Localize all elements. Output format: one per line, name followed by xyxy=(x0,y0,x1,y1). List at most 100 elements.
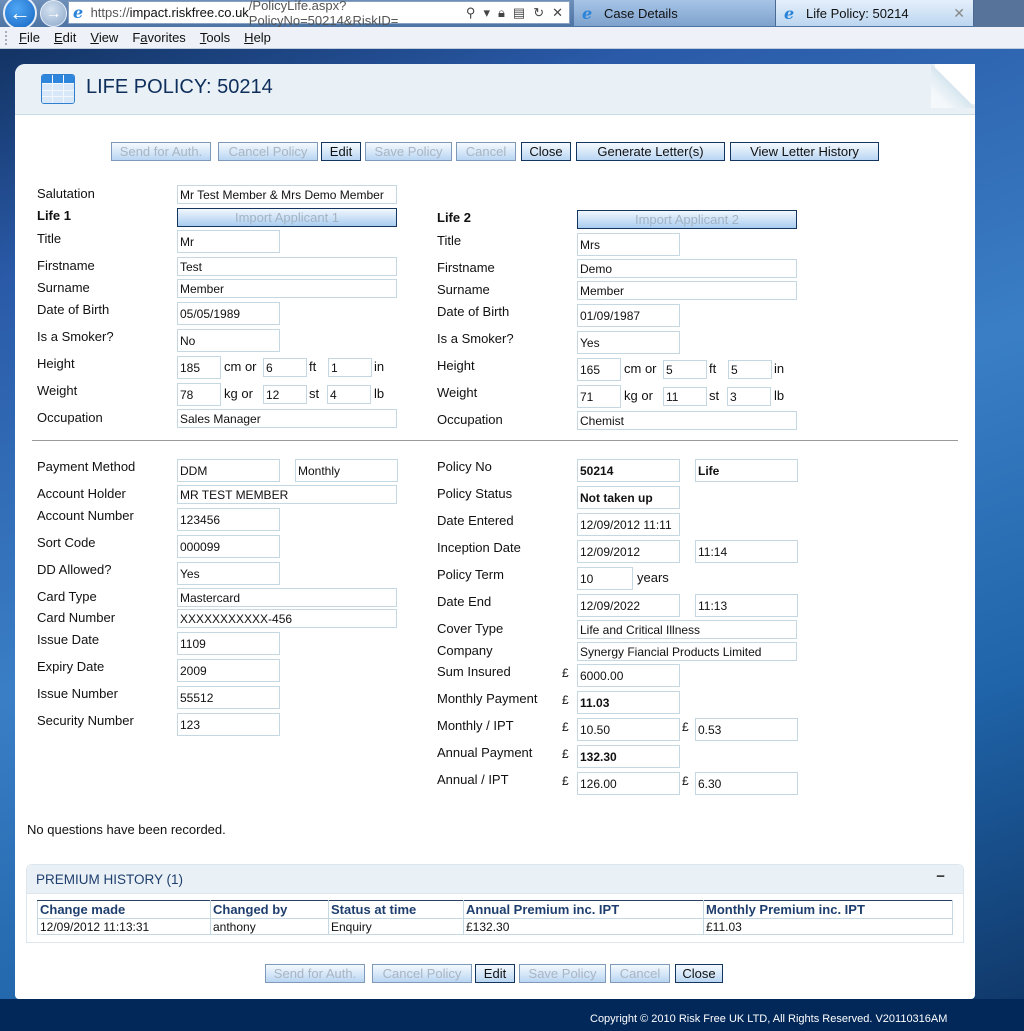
life1-height-in-field[interactable]: 1 xyxy=(328,358,372,377)
view-letter-history-button[interactable]: View Letter History xyxy=(730,142,879,161)
life1-height-ft-field[interactable]: 6 xyxy=(263,358,307,377)
cancel-policy-button-bottom[interactable]: Cancel Policy xyxy=(372,964,472,983)
card-number-field[interactable]: XXXXXXXXXXX-456 xyxy=(177,609,397,628)
dd-allowed-field[interactable]: Yes xyxy=(177,562,280,585)
life2-title-field[interactable]: Mrs xyxy=(577,233,680,256)
cover-type-field[interactable]: Life and Critical Illness xyxy=(577,620,797,639)
life1-smoker-field[interactable]: No xyxy=(177,329,280,352)
security-number-field[interactable]: 123 xyxy=(177,713,280,736)
issue-date-field[interactable]: 1109 xyxy=(177,632,280,655)
close-tab-icon[interactable]: ✕ xyxy=(953,5,965,22)
life1-firstname-field[interactable]: Test xyxy=(177,257,397,276)
company-field[interactable]: Synergy Fiancial Products Limited xyxy=(577,642,797,661)
life2-weight-st-field[interactable]: 11 xyxy=(663,387,707,406)
date-entered-field[interactable]: 12/09/2012 11:11 xyxy=(577,513,680,536)
annual-net-field[interactable]: 126.00 xyxy=(577,772,680,795)
save-policy-button-bottom[interactable]: Save Policy xyxy=(519,964,606,983)
column-header[interactable]: Status at time xyxy=(328,900,464,919)
life1-weight-kg-field[interactable]: 78 xyxy=(177,383,221,406)
account-holder-field[interactable]: MR TEST MEMBER xyxy=(177,485,397,504)
premium-history-header[interactable]: PREMIUM HISTORY (1) − xyxy=(27,865,963,894)
life1-weight-st-field[interactable]: 12 xyxy=(263,385,307,404)
new-tab-area[interactable] xyxy=(974,0,1024,27)
payment-method-field[interactable]: DDM xyxy=(177,459,280,482)
end-time-field[interactable]: 11:13 xyxy=(695,594,798,617)
life2-firstname-field[interactable]: Demo xyxy=(577,259,797,278)
pound-icon: £ xyxy=(562,666,569,680)
life2-smoker-label: Is a Smoker? xyxy=(437,331,514,346)
monthly-ipt-field[interactable]: 0.53 xyxy=(695,718,798,741)
card-type-field[interactable]: Mastercard xyxy=(177,588,397,607)
annual-ipt-field[interactable]: 6.30 xyxy=(695,772,798,795)
salutation-field[interactable]: Mr Test Member & Mrs Demo Member xyxy=(177,185,397,204)
compatibility-icon[interactable]: ▤ xyxy=(513,5,525,21)
date-end-field[interactable]: 12/09/2022 xyxy=(577,594,680,617)
menu-tools[interactable]: Tools xyxy=(200,30,230,45)
issue-date-label: Issue Date xyxy=(37,632,100,647)
save-policy-button[interactable]: Save Policy xyxy=(365,142,452,161)
sort-code-field[interactable]: 000099 xyxy=(177,535,280,558)
import-applicant-1-button[interactable]: Import Applicant 1 xyxy=(177,208,397,227)
menu-view[interactable]: View xyxy=(90,30,118,45)
life1-title-field[interactable]: Mr xyxy=(177,230,280,253)
monthly-net-field[interactable]: 10.50 xyxy=(577,718,680,741)
edit-button-bottom[interactable]: Edit xyxy=(475,964,515,983)
payment-frequency-field[interactable]: Monthly xyxy=(295,459,398,482)
st-label: st xyxy=(309,386,320,401)
life2-smoker-field[interactable]: Yes xyxy=(577,331,680,354)
policy-term-field[interactable]: 10 xyxy=(577,567,633,590)
cancel-button-bottom[interactable]: Cancel xyxy=(610,964,670,983)
address-bar[interactable]: e https://impact.riskfree.co.uk/PolicyLi… xyxy=(68,0,570,28)
life1-height-cm-field[interactable]: 185 xyxy=(177,356,221,379)
search-icon[interactable]: ⚲ xyxy=(466,5,476,21)
life2-height-in-field[interactable]: 5 xyxy=(728,360,772,379)
life1-surname-field[interactable]: Member xyxy=(177,279,397,298)
menu-edit[interactable]: Edit xyxy=(54,30,76,45)
life2-height-ft-field[interactable]: 5 xyxy=(663,360,707,379)
inception-date-field[interactable]: 12/09/2012 xyxy=(577,540,680,563)
send-for-auth-button[interactable]: Send for Auth. xyxy=(111,142,211,161)
life2-height-cm-field[interactable]: 165 xyxy=(577,358,621,381)
dropdown-icon[interactable]: ▾ xyxy=(483,5,490,21)
sum-insured-field[interactable]: 6000.00 xyxy=(577,664,680,687)
collapse-icon[interactable]: − xyxy=(936,868,945,885)
refresh-icon[interactable]: ↻ xyxy=(533,5,544,21)
tab-life-policy[interactable]: e Life Policy: 50214 ✕ xyxy=(776,0,974,26)
inception-time-field[interactable]: 11:14 xyxy=(695,540,798,563)
policy-term-label: Policy Term xyxy=(437,567,504,582)
column-header[interactable]: Monthly Premium inc. IPT xyxy=(703,900,953,919)
issue-number-field[interactable]: 55512 xyxy=(177,686,280,709)
import-applicant-2-button[interactable]: Import Applicant 2 xyxy=(577,210,797,229)
edit-button[interactable]: Edit xyxy=(321,142,361,161)
life1-occupation-field[interactable]: Sales Manager xyxy=(177,409,397,428)
url-host: impact.riskfree.co.uk xyxy=(129,5,249,20)
expiry-date-field[interactable]: 2009 xyxy=(177,659,280,682)
menu-help[interactable]: Help xyxy=(244,30,271,45)
send-for-auth-button-bottom[interactable]: Send for Auth. xyxy=(265,964,365,983)
tab-case-details[interactable]: e Case Details xyxy=(574,0,776,26)
life2-weight-kg-field[interactable]: 71 xyxy=(577,385,621,408)
generate-letters-button[interactable]: Generate Letter(s) xyxy=(576,142,725,161)
close-button-bottom[interactable]: Close xyxy=(675,964,723,983)
account-number-field[interactable]: 123456 xyxy=(177,508,280,531)
menu-favorites[interactable]: Favorites xyxy=(132,30,185,45)
column-header[interactable]: Annual Premium inc. IPT xyxy=(463,900,704,919)
forward-arrow-icon[interactable]: → xyxy=(40,0,67,27)
life1-title-label: Title xyxy=(37,231,62,246)
column-header[interactable]: Changed by xyxy=(210,900,329,919)
life2-occupation-field[interactable]: Chemist xyxy=(577,411,797,430)
column-header[interactable]: Change made xyxy=(37,900,211,919)
life2-dob-field[interactable]: 01/09/1987 xyxy=(577,304,680,327)
cancel-button[interactable]: Cancel xyxy=(456,142,516,161)
life1-dob-field[interactable]: 05/05/1989 xyxy=(177,302,280,325)
life2-surname-field[interactable]: Member xyxy=(577,281,797,300)
life1-weight-lb-field[interactable]: 4 xyxy=(327,385,371,404)
section-divider xyxy=(32,440,958,441)
stop-icon[interactable]: ✕ xyxy=(552,5,563,21)
close-button[interactable]: Close xyxy=(521,142,571,161)
lock-icon[interactable]: 🔒︎ xyxy=(498,5,505,21)
cancel-policy-button[interactable]: Cancel Policy xyxy=(218,142,318,161)
back-arrow-icon[interactable]: ← xyxy=(3,0,37,30)
life2-weight-lb-field[interactable]: 3 xyxy=(727,387,771,406)
menu-file[interactable]: File xyxy=(19,30,40,45)
